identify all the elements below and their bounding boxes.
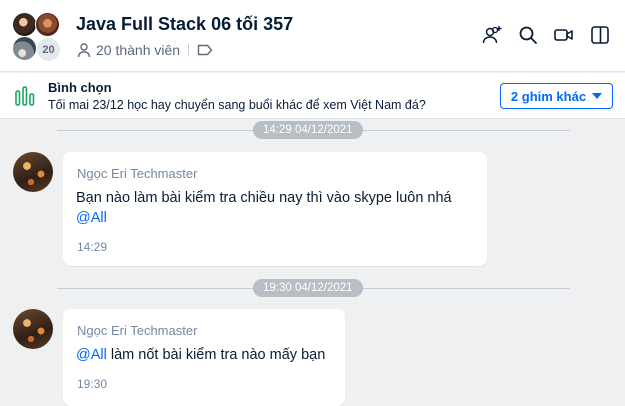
person-icon (77, 43, 91, 58)
group-avatar[interactable]: 20 (10, 10, 66, 66)
mention-all[interactable]: @All (76, 347, 107, 363)
search-icon[interactable] (517, 24, 539, 46)
more-pins-button[interactable]: 2 ghim khác (500, 83, 613, 109)
message-time: 19:30 (77, 377, 108, 391)
more-pins-label: 2 ghim khác (510, 88, 587, 104)
video-call-icon[interactable] (553, 24, 575, 46)
mention-all[interactable]: @All (76, 210, 107, 226)
date-separator: 19:30 04/12/2021 (253, 279, 363, 297)
divider (188, 44, 190, 56)
add-member-icon[interactable] (481, 24, 503, 46)
sidebar-toggle-icon[interactable] (589, 24, 611, 46)
poll-title: Bình chọn (48, 80, 112, 95)
tag-icon[interactable] (197, 43, 213, 57)
sender-name: Ngọc Eri Techmaster (77, 166, 198, 181)
conversation-title[interactable]: Java Full Stack 06 tối 357 (76, 14, 293, 35)
sender-avatar[interactable] (13, 309, 53, 349)
message-line: làm nốt bài kiểm tra nào mấy bạn (106, 347, 326, 363)
poll-question[interactable]: Tối mai 23/12 học hay chuyển sang buổi k… (48, 98, 426, 112)
conversation-subline: 20 thành viên (76, 42, 213, 58)
member-avatar (35, 12, 60, 37)
message-text: Bạn nào làm bài kiểm tra chiều nay thì v… (76, 188, 452, 228)
member-avatar (12, 12, 37, 37)
member-count-text[interactable]: 20 thành viên (96, 42, 180, 58)
sender-name: Ngọc Eri Techmaster (77, 323, 198, 338)
message-line: Bạn nào làm bài kiểm tra chiều nay thì v… (76, 190, 452, 206)
message-bubble[interactable]: Ngọc Eri Techmaster Bạn nào làm bài kiểm… (63, 152, 487, 266)
poll-icon (15, 86, 35, 106)
sender-avatar[interactable] (13, 152, 53, 192)
header-actions (481, 24, 611, 46)
date-separator: 14:29 04/12/2021 (253, 121, 363, 139)
message-text: @All làm nốt bài kiểm tra nào mấy bạn (76, 345, 325, 365)
member-avatar (12, 36, 37, 61)
message-time: 14:29 (77, 240, 108, 254)
message-bubble[interactable]: Ngọc Eri Techmaster @All làm nốt bài kiể… (63, 309, 345, 406)
pinned-poll-bar[interactable]: Bình chọn Tối mai 23/12 học hay chuyển s… (0, 73, 625, 119)
chat-header: 20 Java Full Stack 06 tối 357 20 thành v… (0, 0, 625, 72)
chevron-down-icon (592, 93, 603, 99)
member-count-badge: 20 (36, 37, 61, 62)
